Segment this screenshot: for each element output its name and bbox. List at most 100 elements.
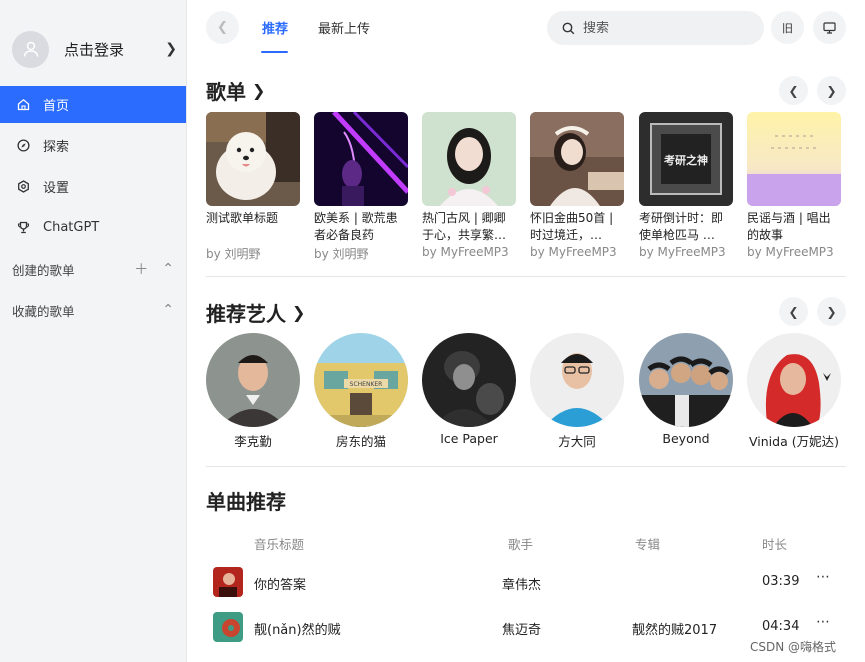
song-artist[interactable]: 焦迈奇 xyxy=(502,619,541,638)
divider xyxy=(206,276,846,277)
tab-recommend[interactable]: 推荐 xyxy=(262,18,288,37)
watermark: CSDN @嗨格式 xyxy=(750,640,837,654)
playlist-card[interactable]: 怀旧金曲50首 | 时过境迁，… by MyFreeMP3 xyxy=(530,112,624,259)
column-header-artist[interactable]: 歌手 xyxy=(508,534,533,553)
sidebar-item-chatgpt[interactable]: ChatGPT xyxy=(0,209,186,246)
playlists-title: 歌单 xyxy=(206,80,246,104)
old-version-label: 旧 xyxy=(782,21,793,35)
back-button[interactable]: ❮ xyxy=(206,11,239,44)
song-duration: 03:39 xyxy=(762,574,800,589)
playlist-title: 测试歌单标题 xyxy=(206,211,279,225)
playlist-author: by MyFreeMP3 xyxy=(747,245,834,259)
song-title[interactable]: 靓(nǎn)然的贼 xyxy=(254,619,341,638)
plus-icon[interactable]: ＋ xyxy=(134,259,148,279)
artist-avatar xyxy=(747,333,841,427)
more-options-icon[interactable]: ⋯ xyxy=(816,614,831,630)
sidebar-item-label: ChatGPT xyxy=(43,220,100,235)
song-cover xyxy=(213,567,243,597)
artists-section-title[interactable]: 推荐艺人 ❯ xyxy=(206,298,305,327)
column-header-title[interactable]: 音乐标题 xyxy=(254,534,304,553)
search-input[interactable] xyxy=(583,20,753,36)
artists-prev-button[interactable]: ❮ xyxy=(779,297,808,326)
playlists-next-button[interactable]: ❯ xyxy=(817,76,846,105)
favorited-playlists-header[interactable]: 收藏的歌单 ⌃ xyxy=(12,298,174,322)
chevron-right-icon: ❯ xyxy=(826,304,837,319)
playlist-author: by MyFreeMP3 xyxy=(422,245,509,259)
playlists-prev-button[interactable]: ❮ xyxy=(779,76,808,105)
artist-avatar xyxy=(422,333,516,427)
playlist-cover xyxy=(747,112,841,206)
song-duration: 04:34 xyxy=(762,619,800,634)
chevron-right-icon: ❯ xyxy=(826,83,837,98)
song-title[interactable]: 你的答案 xyxy=(254,574,306,593)
chevron-right-icon: ❯ xyxy=(252,81,266,100)
avatar xyxy=(12,30,49,68)
column-header-duration[interactable]: 时长 xyxy=(762,534,787,553)
playlist-card[interactable]: 欧美系 | 歌荒患者必备良药 by 刘明野 xyxy=(314,112,408,262)
song-artist[interactable]: 章伟杰 xyxy=(502,574,541,593)
artist-card[interactable]: 李克勤 xyxy=(206,333,300,450)
sidebar-item-label: 首页 xyxy=(43,99,70,114)
songs-title: 单曲推荐 xyxy=(206,490,286,514)
playlist-cover xyxy=(530,112,624,206)
playlist-card[interactable]: 热门古风 | 卿卿于心，共享繁… by MyFreeMP3 xyxy=(422,112,516,259)
sidebar: 点击登录 ❯ 首页 探索 设置 ChatGPT 创建的歌单 ＋ ⌃ 收藏的歌单 … xyxy=(0,0,187,662)
playlist-title: 热门古风 | 卿卿于心，共享繁… xyxy=(422,211,507,242)
chevron-left-icon: ❮ xyxy=(788,304,799,319)
songs-section-title: 单曲推荐 xyxy=(206,486,286,515)
playlist-cover xyxy=(314,112,408,206)
playlist-author: by MyFreeMP3 xyxy=(639,245,726,259)
song-album[interactable]: 靓然的贼2017 xyxy=(632,619,717,638)
compass-icon xyxy=(16,139,30,153)
playlist-cover xyxy=(422,112,516,206)
gear-icon xyxy=(16,180,30,194)
chevron-right-icon: ❯ xyxy=(292,303,306,322)
login-button[interactable]: 点击登录 ❯ xyxy=(12,29,177,69)
playlist-title: 民谣与酒 | 唱出的故事 xyxy=(747,211,831,242)
user-icon xyxy=(23,41,38,57)
playlist-author: by MyFreeMP3 xyxy=(530,245,617,259)
artist-avatar xyxy=(639,333,733,427)
artists-next-button[interactable]: ❯ xyxy=(817,297,846,326)
sidebar-item-label: 探索 xyxy=(43,140,70,155)
artist-card[interactable]: 方大同 xyxy=(530,333,624,450)
playlist-title: 考研倒计时：即使单枪匹马 … xyxy=(639,211,724,242)
monitor-icon xyxy=(823,21,836,34)
artist-name: 方大同 xyxy=(558,434,596,449)
created-playlists-header[interactable]: 创建的歌单 ＋ ⌃ xyxy=(12,257,174,281)
sidebar-item-home[interactable]: 首页 xyxy=(0,86,186,123)
playlist-author: by 刘明野 xyxy=(206,247,261,261)
artist-name: 李克勤 xyxy=(234,434,272,449)
artists-title: 推荐艺人 xyxy=(206,302,286,326)
search-icon xyxy=(562,22,575,34)
more-options-icon[interactable]: ⋯ xyxy=(816,569,831,585)
search-box[interactable] xyxy=(547,11,764,45)
sidebar-item-label: 设置 xyxy=(43,181,70,196)
artist-card[interactable]: Ice Paper xyxy=(422,333,516,446)
tab-latest-uploads[interactable]: 最新上传 xyxy=(318,18,370,37)
sidebar-item-explore[interactable]: 探索 xyxy=(0,127,186,164)
trophy-icon xyxy=(16,221,30,235)
playlist-card[interactable]: 民谣与酒 | 唱出的故事 by MyFreeMP3 xyxy=(747,112,841,259)
artist-card[interactable]: Beyond xyxy=(639,333,733,446)
playlist-card[interactable]: 测试歌单标题 by 刘明野 xyxy=(206,112,300,262)
column-header-album[interactable]: 专辑 xyxy=(635,534,660,553)
chevron-left-icon: ❮ xyxy=(217,20,228,35)
artist-avatar xyxy=(206,333,300,427)
divider xyxy=(206,466,846,467)
song-cover xyxy=(213,612,243,642)
artist-card[interactable]: Vinida (万妮达) xyxy=(747,333,841,450)
sign-text: SCHENKER xyxy=(350,381,383,388)
active-tab-indicator xyxy=(261,51,288,53)
home-icon xyxy=(16,98,30,112)
old-version-button[interactable]: 旧 xyxy=(771,11,804,44)
playlists-section-title[interactable]: 歌单 ❯ xyxy=(206,76,265,105)
chevron-up-icon[interactable]: ⌃ xyxy=(162,261,174,277)
playlist-card[interactable]: 考研之神 考研倒计时：即使单枪匹马 … by MyFreeMP3 xyxy=(639,112,733,259)
chevron-up-icon[interactable]: ⌃ xyxy=(162,302,174,318)
desktop-button[interactable] xyxy=(813,11,846,44)
artist-name: Ice Paper xyxy=(440,431,498,446)
artist-card[interactable]: SCHENKER 房东的猫 xyxy=(314,333,408,450)
sidebar-item-settings[interactable]: 设置 xyxy=(0,168,186,205)
table-row[interactable]: 你的答案 章伟杰 03:39 ⋯ xyxy=(206,561,846,605)
